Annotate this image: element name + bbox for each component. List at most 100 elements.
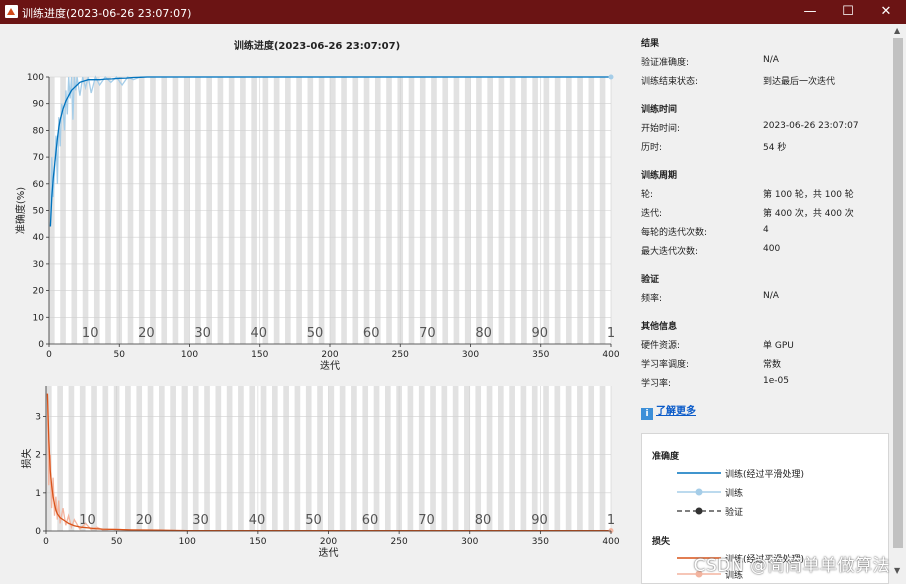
plot-title: 训练进度(2023-06-26 23:07:07) [234, 39, 400, 52]
loss-epoch-stripe [294, 386, 301, 531]
loss-epoch-stripe [385, 386, 391, 531]
loss-epoch-stripe [170, 386, 176, 531]
legend-acc-train-label: 训练 [725, 489, 744, 499]
loss-xtick-label: 400 [602, 537, 619, 547]
loss-epoch-label: 40 [249, 513, 266, 528]
training-cycle-heading: 训练周期 [641, 171, 678, 181]
loss-xtick-label: 350 [532, 537, 549, 547]
loss-xtick-label: 250 [391, 537, 408, 547]
loss-ytick-label: 1 [35, 489, 41, 499]
loss-epoch-stripe [498, 386, 504, 531]
accuracy-epoch-label: 40 [251, 326, 268, 341]
accuracy-ylabel: 准确度(%) [14, 187, 27, 234]
loss-epoch-stripe [441, 386, 448, 531]
loss-ylabel: 损失 [20, 449, 33, 469]
loss-epoch-stripe [249, 386, 256, 531]
window-title: 训练进度(2023-06-26 23:07:07) [22, 7, 192, 20]
loss-epoch-stripe [260, 386, 267, 531]
accuracy-ytick-label: 30 [33, 260, 45, 270]
accuracy-epoch-label: 20 [138, 326, 155, 341]
loss-epoch-stripe [68, 386, 75, 531]
loss-epoch-stripe [204, 386, 210, 531]
loss-epoch-stripe [531, 386, 538, 531]
loss-epoch-stripe [520, 386, 527, 531]
accuracy-epoch-label: 60 [363, 326, 380, 341]
accuracy-xtick-label: 250 [392, 350, 409, 360]
vertical-scrollbar[interactable]: ▲ ▼ [891, 24, 906, 582]
accuracy-ytick-label: 100 [27, 73, 44, 83]
accuracy-final-point [608, 74, 614, 80]
accuracy-xtick-label: 200 [321, 350, 338, 360]
loss-epoch-stripe [147, 386, 154, 531]
loss-epoch-label: 90 [531, 513, 548, 528]
loss-epoch-stripe [452, 386, 459, 531]
accuracy-xtick-label: 350 [532, 350, 549, 360]
loss-epoch-stripe [305, 386, 312, 531]
training-time-heading: 训练时间 [641, 105, 678, 115]
loss-xtick-label: 100 [179, 537, 196, 547]
matlab-app-icon [5, 5, 18, 18]
accuracy-epoch-label: 80 [475, 326, 492, 341]
accuracy-epoch-label: 1 [607, 326, 615, 341]
loss-xtick-label: 0 [43, 537, 49, 547]
loss-xtick-label: 300 [461, 537, 478, 547]
accuracy-ytick-label: 40 [33, 233, 45, 243]
loss-epoch-stripe [464, 386, 470, 531]
accuracy-ytick-label: 80 [33, 126, 45, 136]
accuracy-ytick-label: 50 [33, 207, 45, 217]
loss-epoch-label: 1 [607, 513, 615, 528]
loss-epoch-stripe [125, 386, 131, 531]
loss-ytick-label: 2 [35, 451, 41, 461]
validation-heading: 验证 [641, 275, 660, 285]
accuracy-epoch-label: 30 [194, 326, 211, 341]
learn-more-link[interactable]: i 了解更多 [641, 402, 696, 420]
legend-line-dashed [677, 507, 721, 515]
loss-epoch-stripe [136, 386, 143, 531]
loss-epoch-stripe [362, 386, 369, 531]
loss-epoch-stripe [238, 386, 244, 531]
csdn-watermark: CSDN @简简单单做算法 [693, 556, 890, 576]
minimize-button[interactable]: — [791, 0, 829, 24]
accuracy-xtick-label: 50 [114, 350, 126, 360]
loss-epoch-stripe [509, 386, 515, 531]
accuracy-ytick-label: 70 [33, 153, 45, 163]
loss-epoch-stripe [283, 386, 289, 531]
accuracy-xtick-label: 300 [462, 350, 479, 360]
legend-acc-smoothed-label: 训练(经过平滑处理) [725, 470, 805, 480]
accuracy-xtick-label: 100 [181, 350, 198, 360]
accuracy-ytick-label: 10 [33, 313, 45, 323]
accuracy-xtick-label: 0 [46, 350, 52, 360]
scroll-up-icon[interactable]: ▲ [894, 26, 900, 35]
loss-epoch-stripe [317, 386, 323, 531]
other-info-heading: 其他信息 [641, 322, 678, 332]
scrollbar-thumb[interactable] [893, 38, 903, 548]
loss-epoch-label: 30 [192, 513, 209, 528]
loss-epoch-stripe [565, 386, 572, 531]
legend-line-blue [677, 472, 721, 474]
loss-xlabel: 迭代 [319, 547, 339, 559]
window-titlebar: 训练进度(2023-06-26 23:07:07) — ☐ ✕ [0, 0, 906, 24]
loss-epoch-stripe [159, 386, 165, 531]
loss-epoch-stripe [599, 386, 606, 531]
accuracy-epoch-label: 50 [307, 326, 324, 341]
accuracy-epoch-label: 70 [419, 326, 436, 341]
info-panel: 结果 验证准确度: N/A 训练结束状态: 到达最后一次迭代 训练时间 开始时间: 2… [641, 24, 891, 584]
loss-epoch-stripe [79, 386, 86, 531]
legend-loss-heading: 损失 [652, 537, 671, 547]
maximize-button[interactable]: ☐ [829, 0, 867, 24]
close-button[interactable]: ✕ [867, 0, 905, 24]
legend-acc-train: 训练 [677, 486, 877, 499]
loss-epoch-label: 80 [475, 513, 492, 528]
loss-epoch-stripe [226, 386, 233, 531]
loss-epoch-stripe [192, 386, 199, 531]
loss-epoch-stripe [486, 386, 493, 531]
loss-epoch-label: 20 [136, 513, 153, 528]
legend-acc-smoothed: 训练(经过平滑处理) [677, 467, 877, 480]
loss-epoch-stripe [181, 386, 188, 531]
accuracy-ytick-label: 60 [33, 180, 45, 190]
loss-epoch-stripe [272, 386, 278, 531]
scroll-down-icon[interactable]: ▼ [894, 566, 900, 575]
loss-epoch-stripe [407, 386, 414, 531]
loss-epoch-stripe [418, 386, 425, 531]
accuracy-ytick-label: 20 [33, 287, 45, 297]
